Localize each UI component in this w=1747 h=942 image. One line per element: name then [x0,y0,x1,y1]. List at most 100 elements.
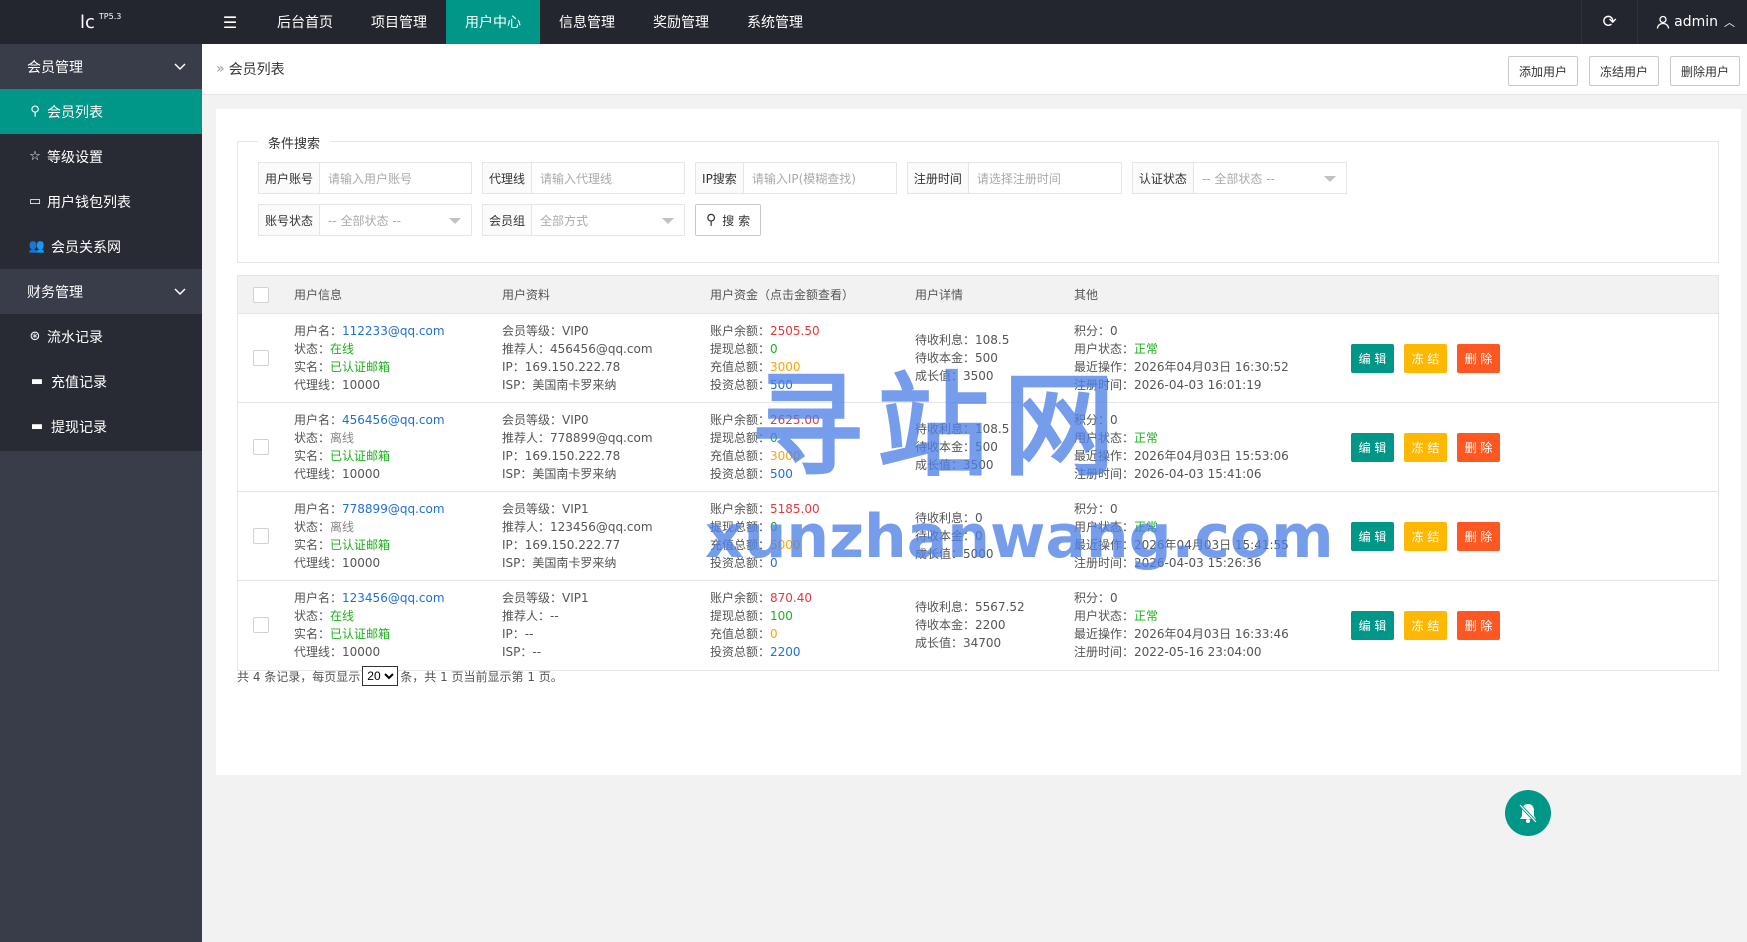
nav-rewards[interactable]: 奖励管理 [634,0,728,44]
sidebar-item-relation-network[interactable]: 👥 会员关系网 [0,224,202,269]
user-status: 用户状态：正常 [1074,518,1289,536]
sidebar-group-members[interactable]: 会员管理 [0,44,202,89]
register-time-value: 2022-05-16 23:04:00 [1134,645,1262,659]
delete-button[interactable]: 删 除 [1457,433,1500,462]
freeze-button[interactable]: 冻 结 [1404,611,1447,640]
growth-value: 成长值：5000 [915,545,994,563]
register-time-label: 注册时间： [1074,556,1135,570]
row-checkbox[interactable] [253,617,269,633]
row-checkbox[interactable] [253,350,269,366]
account-input[interactable]: 请输入用户账号 [320,162,473,194]
sidebar-item-withdraw-records[interactable]: ▬ 提现记录 [0,404,202,449]
verify-select[interactable]: -- 全部状态 -- [1193,162,1347,194]
search-button[interactable]: ⚲ 搜 索 [695,204,762,236]
sidebar-item-wallet-list[interactable]: ▭ 用户钱包列表 [0,179,202,224]
growth-value-value: 3500 [963,369,994,383]
agent-field: 代理线 请输入代理线 [482,162,686,194]
sidebar-item-flow-records[interactable]: ⊛ 流水记录 [0,314,202,359]
online-status: 状态：在线 [294,340,445,358]
edit-button[interactable]: 编 辑 [1351,344,1394,373]
isp-label: ISP： [502,556,533,570]
agent-label: 代理线： [294,556,343,570]
edit-button[interactable]: 编 辑 [1351,433,1394,462]
edit-button[interactable]: 编 辑 [1351,522,1394,551]
username-value[interactable]: 778899@qq.com [342,502,445,516]
edit-button[interactable]: 编 辑 [1351,611,1394,640]
delete-button[interactable]: 删 除 [1457,611,1500,640]
page-header: » 会员列表 添加用户 冻结用户 删除用户 [202,44,1747,95]
menu-toggle-button[interactable]: ☰ [202,0,258,44]
online-status-value: 离线 [330,431,355,445]
username-label: admin [1674,14,1718,30]
select-all-checkbox[interactable] [253,287,269,303]
level: 会员等级：VIP0 [502,411,653,429]
per-page-select[interactable]: 20 [362,666,399,686]
growth-value-label: 成长值： [915,369,964,383]
realname-value: 已认证邮箱 [330,360,391,374]
balance-label: 账户余额： [710,591,771,605]
notification-toggle-button[interactable] [1505,790,1551,836]
level-value: VIP0 [562,324,589,338]
member-group-select[interactable]: 全部方式 [532,204,686,236]
ip-input[interactable]: 请输入IP(模糊查找) [743,162,897,194]
points: 积分：0 [1074,500,1289,518]
last-operation: 最近操作：2026年04月03日 15:41:55 [1074,536,1289,554]
other-cell: 积分：0 用户状态：正常 最近操作：2026年04月03日 16:30:52 注册时间… [1074,322,1289,394]
pending-principal-value: 0 [975,529,983,543]
register-time: 注册时间：2022-05-16 23:04:00 [1074,643,1289,661]
user-menu[interactable]: admin ︿ [1637,0,1747,44]
nav-system[interactable]: 系统管理 [728,0,822,44]
delete-button[interactable]: 删 除 [1457,344,1500,373]
ip: IP：169.150.222.78 [502,447,653,465]
header-user-info: 用户信息 [294,288,343,302]
last-operation-label: 最近操作： [1074,627,1135,641]
register-time-label: 注册时间： [1074,467,1135,481]
table-row: 用户名：778899@qq.com 状态：离线 实名：已认证邮箱 代理线：10000 会… [238,492,1718,581]
row-checkbox[interactable] [253,528,269,544]
freeze-users-button[interactable]: 冻结用户 [1588,56,1659,86]
account-status-select[interactable]: -- 全部状态 -- [320,204,473,236]
username: 用户名：112233@qq.com [294,322,445,340]
nav-user-center[interactable]: 用户中心 [446,0,540,44]
register-time-value: 2026-04-03 15:41:06 [1134,467,1262,481]
user-profile-cell: 会员等级：VIP0 推荐人：778899@qq.com IP：169.150.222… [502,411,653,483]
username-value[interactable]: 112233@qq.com [342,324,445,338]
sidebar-item-member-list[interactable]: ⚲ 会员列表 [0,89,202,134]
delete-button[interactable]: 删 除 [1457,522,1500,551]
ip: IP：169.150.222.78 [502,358,653,376]
withdraw-total-value: 0 [770,520,778,534]
nav-info[interactable]: 信息管理 [540,0,634,44]
verify-field: 认证状态 -- 全部状态 -- [1131,162,1347,194]
regtime-input[interactable]: 请选择注册时间 [968,162,1122,194]
add-user-button[interactable]: 添加用户 [1507,56,1578,86]
freeze-button[interactable]: 冻 结 [1404,344,1447,373]
sidebar-group-finance[interactable]: 财务管理 [0,269,202,314]
sidebar-item-recharge-records[interactable]: ▬ 充值记录 [0,359,202,404]
user-icon: ⚲ [30,104,40,119]
isp: ISP：美国南卡罗来纳 [502,465,653,483]
register-time-label: 注册时间： [1074,378,1135,392]
nav-projects[interactable]: 项目管理 [352,0,446,44]
recharge-total-label: 充值总额： [710,449,771,463]
user-details-cell: 待收利息：0 待收本金：0 成长值：5000 [915,509,994,563]
refresh-button[interactable]: ⟳ [1581,0,1637,44]
search-row-1: 用户账号 请输入用户账号 代理线 请输入代理线 IP搜索 请输入IP(模糊查找)… [258,162,1347,194]
nav-home[interactable]: 后台首页 [258,0,352,44]
isp-label: ISP： [502,645,533,659]
row-checkbox[interactable] [253,439,269,455]
realname-value: 已认证邮箱 [330,627,391,641]
username-value[interactable]: 456456@qq.com [342,413,445,427]
agent-input[interactable]: 请输入代理线 [532,162,686,194]
username-value[interactable]: 123456@qq.com [342,591,445,605]
referrer-label: 推荐人： [502,431,551,445]
pending-interest-value: 5567.52 [975,600,1025,614]
recharge-total: 充值总额：3000 [710,358,820,376]
withdraw-total: 提现总额：0 [710,340,820,358]
realname: 实名：已认证邮箱 [294,536,445,554]
pending-principal-label: 待收本金： [915,529,976,543]
delete-users-button[interactable]: 删除用户 [1669,56,1740,86]
freeze-button[interactable]: 冻 结 [1404,522,1447,551]
sidebar-item-level-settings[interactable]: ☆ 等级设置 [0,134,202,179]
balance-label: 账户余额： [710,324,771,338]
freeze-button[interactable]: 冻 结 [1404,433,1447,462]
